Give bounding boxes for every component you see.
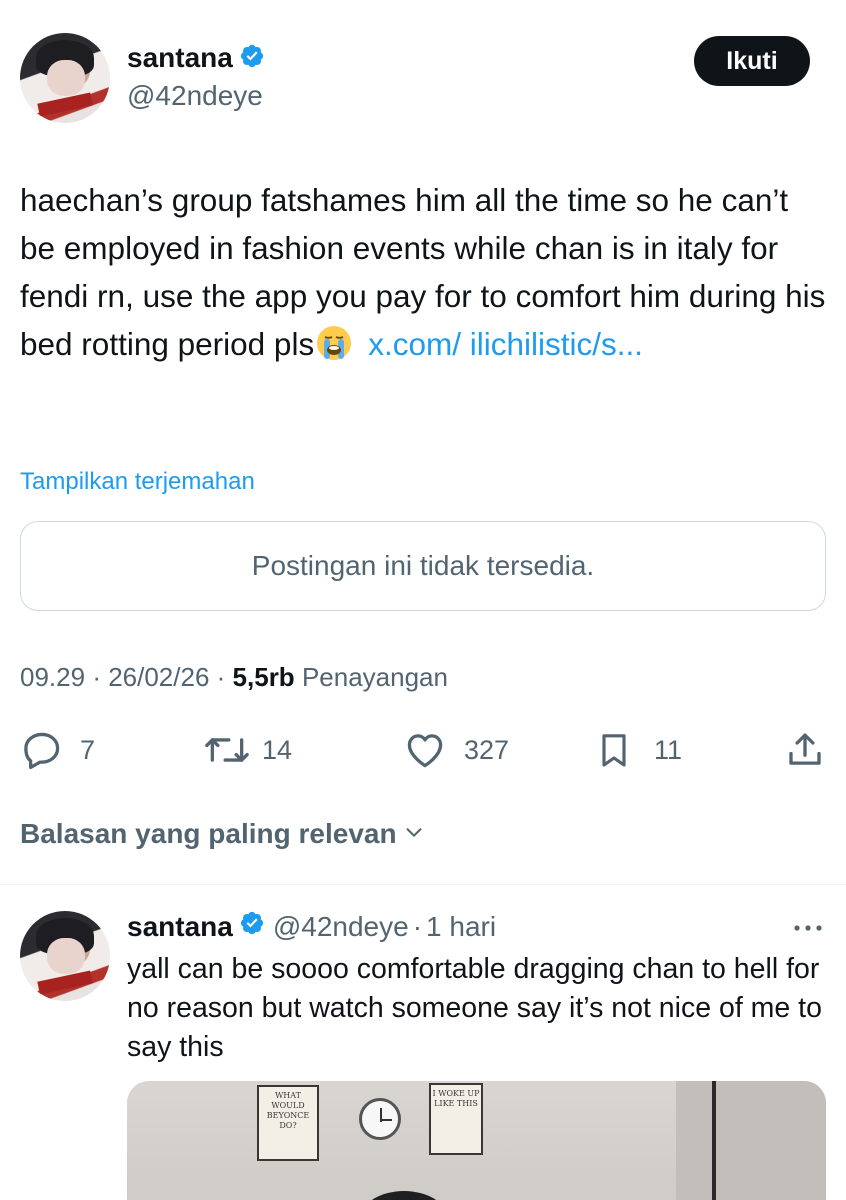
reply-author-handle[interactable]: @42ndeye bbox=[273, 911, 409, 943]
media-clock bbox=[359, 1098, 401, 1140]
repost-button[interactable]: 14 bbox=[202, 728, 292, 772]
more-options-icon[interactable] bbox=[792, 921, 824, 940]
reply-count: 7 bbox=[80, 734, 96, 765]
author-handle[interactable]: @42ndeye bbox=[127, 80, 263, 112]
bookmark-icon bbox=[594, 728, 634, 772]
post-time[interactable]: 09.29 bbox=[20, 662, 85, 692]
avatar-face bbox=[47, 938, 85, 974]
media-wall-shadow bbox=[676, 1081, 826, 1200]
post-meta: 09.29 · 26/02/26 · 5,5rb Penayangan bbox=[20, 662, 448, 693]
show-translation-link[interactable]: Tampilkan terjemahan bbox=[20, 468, 255, 496]
meta-separator: · bbox=[216, 662, 233, 692]
loudly-crying-face-icon bbox=[316, 325, 352, 361]
verified-badge-icon bbox=[239, 43, 265, 74]
author-name-row[interactable]: santana bbox=[127, 42, 265, 74]
post-link[interactable]: x.com/ ilichilistic/s... bbox=[368, 326, 643, 362]
meta-separator: · bbox=[92, 662, 109, 692]
post-date[interactable]: 26/02/26 bbox=[108, 662, 209, 692]
clock-minute-hand bbox=[380, 1119, 392, 1121]
heart-icon bbox=[402, 728, 448, 772]
author-avatar[interactable] bbox=[20, 33, 110, 123]
unavailable-text: Postingan ini tidak tersedia. bbox=[251, 550, 595, 581]
views-label: Penayangan bbox=[301, 662, 448, 692]
verified-badge-icon bbox=[239, 910, 265, 943]
section-divider bbox=[0, 884, 846, 885]
reply-author-avatar[interactable] bbox=[20, 911, 110, 1001]
like-count: 327 bbox=[464, 734, 510, 765]
like-button[interactable]: 327 bbox=[402, 728, 509, 772]
bookmark-button[interactable]: 11 bbox=[594, 728, 682, 772]
media-person-head bbox=[359, 1191, 449, 1200]
share-button[interactable] bbox=[784, 728, 826, 772]
replies-sort-dropdown[interactable]: Balasan yang paling relevan bbox=[20, 818, 425, 850]
post-actions-bar: 7 14 327 11 bbox=[20, 728, 826, 774]
views-count: 5,5rb bbox=[232, 662, 295, 692]
follow-button[interactable]: Ikuti bbox=[694, 36, 810, 86]
reply-time-ago[interactable]: 1 hari bbox=[426, 911, 496, 943]
replies-sort-label: Balasan yang paling relevan bbox=[20, 818, 397, 849]
unavailable-quote-card: Postingan ini tidak tersedia. bbox=[20, 521, 826, 611]
avatar-face bbox=[47, 60, 85, 96]
share-icon bbox=[784, 728, 826, 772]
author-display-name[interactable]: santana bbox=[127, 42, 233, 74]
reply-separator: · bbox=[412, 910, 423, 942]
reply-button[interactable]: 7 bbox=[20, 728, 95, 772]
repost-icon bbox=[202, 728, 252, 772]
reply-author-name[interactable]: santana bbox=[127, 911, 233, 943]
reply-header: santana @42ndeye · 1 hari bbox=[127, 910, 496, 943]
media-pole bbox=[712, 1081, 716, 1200]
media-poster-left: WHAT WOULD BEYONCE DO? bbox=[257, 1085, 319, 1161]
media-poster-right: I WOKE UP LIKE THIS bbox=[429, 1083, 483, 1155]
reply-media-image[interactable]: WHAT WOULD BEYONCE DO? I WOKE UP LIKE TH… bbox=[127, 1081, 826, 1200]
reply-text: yall can be soooo comfortable dragging c… bbox=[127, 953, 822, 1063]
post-text: haechan’s group fatshames him all the ti… bbox=[20, 176, 830, 368]
repost-count: 14 bbox=[262, 734, 293, 765]
reply-icon bbox=[20, 728, 64, 772]
chevron-down-icon bbox=[403, 818, 425, 850]
bookmark-count: 11 bbox=[654, 734, 683, 765]
